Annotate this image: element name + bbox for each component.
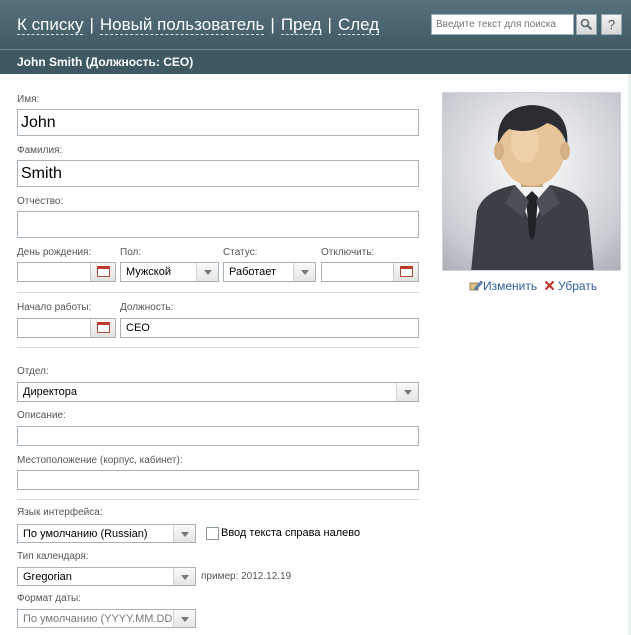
- remove-photo-label: Убрать: [558, 279, 598, 293]
- description-label: Описание:: [17, 410, 66, 421]
- user-avatar-icon: [471, 105, 594, 270]
- chevron-down-icon: [173, 568, 195, 585]
- department-label: Отдел:: [17, 366, 49, 377]
- first-name-label: Имя:: [17, 94, 40, 105]
- description-field[interactable]: [17, 426, 419, 446]
- calendar-type-value: Gregorian: [23, 571, 72, 583]
- calendar-example: пример: 2012.12.19: [201, 571, 292, 582]
- remove-photo-link[interactable]: Убрать: [544, 279, 597, 293]
- chevron-down-icon: [173, 610, 195, 627]
- chevron-down-icon: [173, 525, 195, 542]
- status-label: Статус:: [223, 247, 258, 258]
- department-value: Директора: [23, 386, 78, 398]
- location-field[interactable]: [17, 470, 419, 490]
- rtl-label: Ввод текста справа налево: [221, 527, 361, 539]
- edit-photo-label: Изменить: [483, 279, 538, 293]
- start-calendar-button[interactable]: [90, 319, 115, 337]
- last-name-field[interactable]: Smith: [17, 160, 419, 187]
- calendar-type-label: Тип календаря:: [17, 551, 89, 562]
- department-select[interactable]: Директора: [17, 382, 419, 402]
- divider: [17, 292, 419, 293]
- new-user-link[interactable]: Новый пользователь: [99, 15, 265, 35]
- location-label: Местоположение (корпус, кабинет):: [17, 455, 183, 466]
- birthday-field[interactable]: [17, 262, 116, 282]
- position-field[interactable]: CEO: [120, 318, 419, 338]
- birthday-calendar-button[interactable]: [90, 263, 115, 281]
- middle-name-label: Отчество:: [17, 196, 64, 207]
- chevron-down-icon: [293, 263, 315, 281]
- chevron-down-icon: [396, 383, 418, 401]
- search-icon: [580, 18, 593, 31]
- edit-photo-link[interactable]: Изменить: [469, 279, 537, 293]
- calendar-icon: [400, 266, 413, 277]
- disable-label: Отключить:: [321, 247, 375, 258]
- calendar-type-select[interactable]: Gregorian: [17, 567, 196, 586]
- disable-date-field[interactable]: [321, 262, 419, 282]
- calendar-icon: [97, 266, 110, 277]
- divider: [17, 347, 419, 348]
- language-select[interactable]: По умолчанию (Russian): [17, 524, 196, 543]
- gender-label: Пол:: [120, 247, 142, 258]
- status-select[interactable]: Работает: [223, 262, 316, 282]
- middle-name-field[interactable]: [17, 211, 419, 238]
- nav-separator: |: [327, 15, 332, 34]
- position-label: Должность:: [120, 302, 174, 313]
- next-link[interactable]: След: [337, 15, 380, 35]
- birthday-label: День рождения:: [17, 247, 92, 258]
- date-format-select[interactable]: По умолчанию (YYYY.MM.DD): [17, 609, 196, 628]
- gender-select[interactable]: Мужской: [120, 262, 219, 282]
- language-value: По умолчанию (Russian): [23, 528, 148, 540]
- nav-separator: |: [270, 15, 275, 34]
- back-to-list-link[interactable]: К списку: [17, 15, 84, 35]
- disable-calendar-button[interactable]: [393, 263, 418, 281]
- language-label: Язык интерфейса:: [17, 507, 103, 518]
- divider: [17, 499, 419, 500]
- prev-link[interactable]: Пред: [280, 15, 322, 35]
- page-title: John Smith (Должность: CEO): [0, 49, 631, 74]
- edit-pencil-icon: [469, 280, 483, 291]
- start-date-field[interactable]: [17, 318, 116, 338]
- rtl-checkbox[interactable]: [206, 527, 219, 540]
- remove-x-icon: [544, 280, 555, 291]
- start-date-label: Начало работы:: [17, 302, 92, 313]
- last-name-label: Фамилия:: [17, 145, 63, 156]
- search-button[interactable]: [576, 14, 597, 35]
- nav-separator: |: [89, 15, 94, 34]
- status-value: Работает: [229, 266, 277, 278]
- chevron-down-icon: [196, 263, 218, 281]
- first-name-field[interactable]: John: [17, 109, 419, 136]
- calendar-icon: [97, 322, 110, 333]
- date-format-label: Формат даты:: [17, 593, 82, 604]
- date-format-value: По умолчанию (YYYY.MM.DD): [23, 613, 177, 625]
- search-input[interactable]: [431, 14, 574, 35]
- top-bar: К списку | Новый пользователь | Пред | След ?: [0, 0, 631, 49]
- user-photo: [442, 92, 621, 271]
- top-nav: К списку | Новый пользователь | Пред | След: [17, 15, 380, 35]
- help-button[interactable]: ?: [601, 14, 622, 35]
- gender-value: Мужской: [126, 266, 171, 278]
